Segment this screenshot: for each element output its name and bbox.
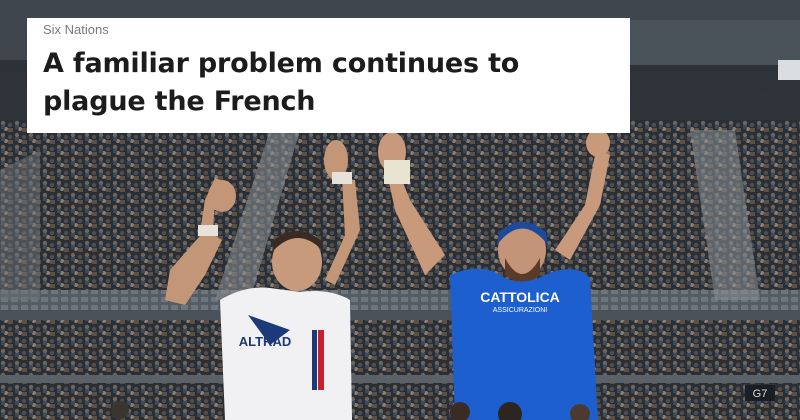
jersey-sponsor-right-line2: ASSICURAZIONI — [493, 307, 548, 314]
article-headline[interactable]: A familiar problem continues to plague t… — [43, 45, 614, 121]
jersey-sponsor-right-line1: CATTOLICA — [480, 289, 560, 305]
stadium-sign: G7 — [753, 388, 768, 400]
category-link[interactable]: Six Nations — [43, 23, 614, 37]
headline-card[interactable]: Six Nations A familiar problem continues… — [27, 18, 630, 133]
jersey-sponsor-left: ALTRAD — [239, 334, 291, 349]
